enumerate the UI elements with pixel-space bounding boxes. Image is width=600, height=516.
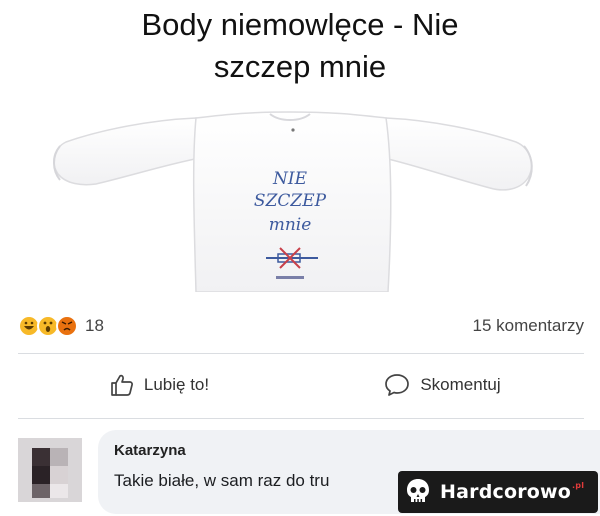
like-button[interactable]: Lubię to! [18, 360, 301, 410]
reaction-summary[interactable]: 18 [18, 315, 104, 337]
post-title: Body niemowlęce - Nie szczep mnie [0, 4, 600, 88]
baby-bodysuit-image: NIE SZCZEP mnie [53, 111, 533, 293]
comment-author[interactable]: Katarzyna [114, 442, 594, 459]
reaction-count: 18 [85, 316, 104, 335]
post-photo[interactable]: NIE SZCZEP mnie [0, 100, 600, 293]
comment-bubble-icon [385, 374, 410, 396]
left-sleeve [53, 117, 201, 186]
right-sleeve [383, 117, 533, 191]
print-line1: NIE [272, 169, 308, 189]
like-label: Lubię to! [143, 375, 210, 394]
post-title-line1: Body niemowlęce - Nie [141, 7, 459, 42]
post-actions: Lubię to! Skomentuj [18, 360, 584, 410]
print-line2: SZCZEP [254, 191, 327, 211]
watermark-text: Hardcorowo.pl [440, 481, 584, 503]
reactions-bar: 18 15 komentarzy [18, 306, 584, 346]
thumbs-up-icon [111, 374, 133, 396]
watermark-tld: .pl [572, 481, 585, 490]
divider [18, 353, 584, 354]
comments-count-link[interactable]: 15 komentarzy [473, 316, 585, 336]
watermark-logo: Hardcorowo.pl [398, 471, 598, 513]
avatar[interactable] [18, 438, 82, 502]
comment-button[interactable]: Skomentuj [301, 360, 584, 410]
skull-icon [407, 479, 429, 502]
angry-emoji-icon [56, 315, 78, 337]
post-title-line2: szczep mnie [213, 49, 387, 84]
comment-label: Skomentuj [420, 375, 501, 394]
divider [18, 418, 584, 419]
print-line3: mnie [269, 215, 312, 235]
watermark-brand: Hardcorowo [440, 481, 572, 503]
